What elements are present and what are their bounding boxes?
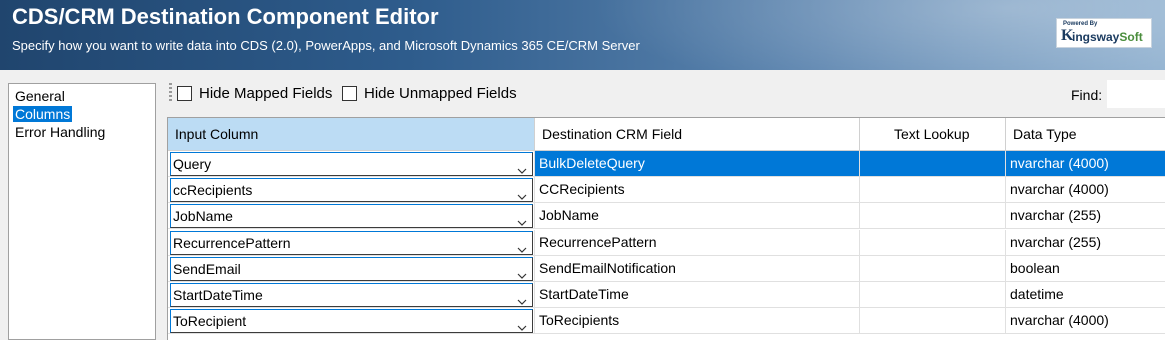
data-type-cell: nvarchar (4000) [1006,151,1165,177]
destination-field-cell[interactable]: RecurrencePattern [535,229,860,256]
column-header-text-lookup[interactable]: Text Lookup [860,118,1006,151]
data-type-cell: nvarchar (255) [1006,230,1165,256]
column-header-data-type[interactable]: Data Type [1006,118,1165,151]
data-type-cell: nvarchar (4000) [1006,177,1165,204]
chevron-down-icon[interactable] [517,159,527,174]
input-column-value: ccRecipients [173,182,253,199]
nav-item-columns[interactable]: Columns [13,106,73,122]
destination-field-cell[interactable]: SendEmailNotification [535,255,860,282]
data-type-cell: boolean [1006,256,1165,282]
destination-field-cell[interactable]: StartDateTime [535,282,860,308]
input-column-cell: ccRecipients [168,177,535,204]
column-header-input[interactable]: Input Column [168,118,535,151]
table-row[interactable]: JobName JobName nvarchar (255) [168,203,1165,230]
page-nav-list: General Columns Error Handling [8,83,156,340]
table-row[interactable]: StartDateTime StartDateTime datetime [168,282,1165,308]
input-column-combo[interactable]: SendEmail [170,256,533,281]
input-column-combo[interactable]: ToRecipient [170,309,533,334]
data-type-cell: nvarchar (255) [1006,203,1165,230]
hide-unmapped-label[interactable]: Hide Unmapped Fields [364,85,517,102]
data-type-cell: nvarchar (4000) [1006,308,1165,335]
table-row[interactable]: ccRecipients CCRecipients nvarchar (4000) [168,177,1165,204]
input-column-cell: StartDateTime [168,282,535,308]
input-column-combo[interactable]: ccRecipients [170,178,533,203]
chevron-down-icon[interactable] [517,290,527,305]
text-lookup-cell[interactable] [860,229,1006,256]
input-column-value: RecurrencePattern [173,234,291,251]
input-column-combo[interactable]: JobName [170,204,533,229]
destination-field-cell[interactable]: BulkDeleteQuery [535,151,860,177]
editor-subtitle: Specify how you want to write data into … [12,38,640,53]
input-column-combo[interactable]: Query [170,152,533,176]
kingswaysoft-logo: Powered By K ingswaySoft [1056,18,1152,48]
input-column-cell: SendEmail [168,255,535,282]
input-column-cell: Query [168,151,535,177]
input-column-value: Query [173,156,212,172]
data-type-cell: datetime [1006,282,1165,308]
hide-mapped-checkbox[interactable] [177,86,192,101]
input-column-cell: RecurrencePattern [168,229,535,256]
text-lookup-cell[interactable] [860,203,1006,230]
toolbar-grip [169,83,172,103]
chevron-down-icon[interactable] [517,264,527,279]
chevron-down-icon[interactable] [517,211,527,227]
table-row[interactable]: Query BulkDeleteQuery nvarchar (4000) [168,151,1165,177]
destination-field-cell[interactable]: CCRecipients [535,177,860,204]
find-input[interactable] [1107,80,1165,108]
table-row[interactable]: RecurrencePattern RecurrencePattern nvarch… [168,229,1165,256]
text-lookup-cell[interactable] [860,151,1006,177]
input-column-value: JobName [173,208,233,225]
text-lookup-cell[interactable] [860,255,1006,282]
nav-item-general[interactable]: General [13,88,67,104]
input-column-value: StartDateTime [173,287,263,303]
table-row[interactable]: SendEmail SendEmailNotification boolean [168,255,1165,282]
text-lookup-cell[interactable] [860,177,1006,204]
input-column-value: ToRecipient [173,313,247,330]
table-row[interactable]: ToRecipient ToRecipients nvarchar (4000) [168,308,1165,335]
column-mapping-grid: Input Column Destination CRM Field Text … [167,117,1165,340]
text-lookup-cell[interactable] [860,282,1006,308]
column-header-destination[interactable]: Destination CRM Field [535,118,860,151]
text-lookup-cell[interactable] [860,308,1006,335]
input-column-combo[interactable]: RecurrencePattern [170,230,533,255]
input-column-cell: ToRecipient [168,308,535,335]
hide-mapped-label[interactable]: Hide Mapped Fields [199,85,332,102]
editor-title: CDS/CRM Destination Component Editor [12,4,439,29]
input-column-value: SendEmail [173,260,241,277]
chevron-down-icon[interactable] [517,238,527,253]
find-label: Find: [1071,87,1103,103]
chevron-down-icon[interactable] [517,316,527,332]
input-column-cell: JobName [168,203,535,230]
title-banner: CDS/CRM Destination Component Editor Spe… [0,0,1165,70]
nav-item-error-handling[interactable]: Error Handling [13,124,107,140]
destination-field-cell[interactable]: ToRecipients [535,308,860,335]
input-column-combo[interactable]: StartDateTime [170,283,533,307]
chevron-down-icon[interactable] [517,185,527,201]
destination-field-cell[interactable]: JobName [535,203,860,230]
hide-unmapped-checkbox[interactable] [342,86,357,101]
